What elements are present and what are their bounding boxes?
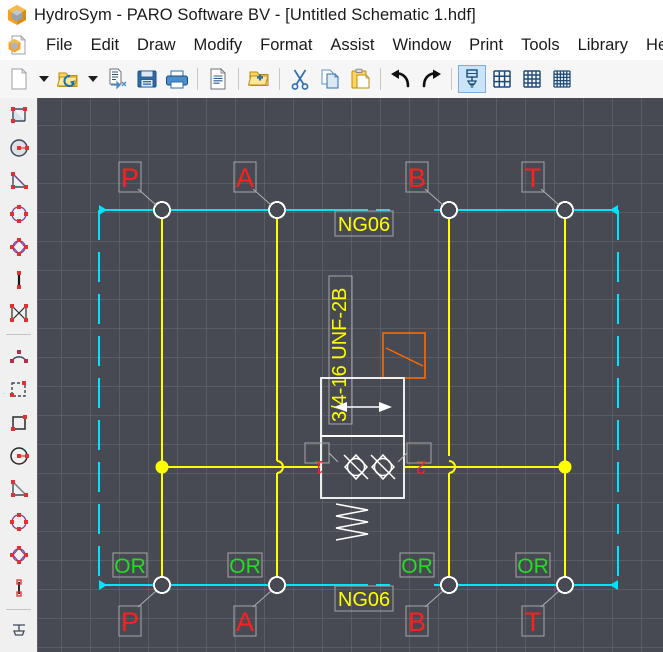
port-label-a-bottom: A <box>236 607 254 637</box>
or-label-t: OR <box>517 555 549 578</box>
menu-file[interactable]: File <box>37 36 82 55</box>
draw-rectangle-corner-icon[interactable] <box>0 98 37 131</box>
draw-bowtie-icon[interactable] <box>0 296 37 329</box>
toolbar-separator-2 <box>238 68 239 90</box>
draw-circle-radius-icon[interactable] <box>0 439 37 472</box>
grid-medium-icon[interactable] <box>518 65 546 93</box>
page-setup-icon[interactable] <box>204 65 232 93</box>
grid-coarse-icon[interactable] <box>488 65 516 93</box>
draw-polygon-node-icon[interactable] <box>0 230 37 263</box>
junction-dot-t <box>558 460 572 474</box>
add-page-icon[interactable] <box>245 65 273 93</box>
valve-port-2-label: 2 <box>416 457 426 477</box>
port-label-b-top: B <box>408 163 426 193</box>
open-dropdown-arrow-icon[interactable] <box>84 65 101 93</box>
menu-edit[interactable]: Edit <box>82 36 128 55</box>
draw-ellipse-node-icon[interactable] <box>0 197 37 230</box>
save-floppy-icon[interactable] <box>133 65 161 93</box>
draw-symbol-icon[interactable] <box>0 615 37 648</box>
junction-dot-p <box>155 460 169 474</box>
redo-arrow-icon[interactable] <box>417 65 445 93</box>
or-label-a: OR <box>229 555 261 578</box>
menu-draw[interactable]: Draw <box>128 36 185 55</box>
port-label-t-top: T <box>525 163 542 193</box>
draw-point-line-icon[interactable] <box>0 571 37 604</box>
main-toolbar <box>0 60 663 99</box>
sidebar-separator-2 <box>6 609 31 610</box>
port-label-p-top: P <box>121 163 139 193</box>
copy-icon[interactable] <box>316 65 344 93</box>
port-label-b-bottom: B <box>408 607 426 637</box>
or-label-b: OR <box>401 555 433 578</box>
menu-bar: File Edit Draw Modify Format Assist Wind… <box>0 30 663 60</box>
thread-label-text: 3/4-16 UNF-2B <box>329 288 351 423</box>
or-label-p: OR <box>114 555 146 578</box>
toolbar-separator-1 <box>197 68 198 90</box>
schematic-canvas[interactable]: P A B T P A B T OR OR OR OR NG06 NG06 3/… <box>38 98 663 652</box>
draw-ellipse-node2-icon[interactable] <box>0 505 37 538</box>
draw-triangle-icon[interactable] <box>0 472 37 505</box>
port-label-p-bottom: P <box>121 607 139 637</box>
menu-help[interactable]: Help <box>637 36 663 55</box>
toolbar-separator-4 <box>380 68 381 90</box>
window-title: HydroSym - PARO Software BV - [Untitled … <box>34 5 476 24</box>
valve-port-1-label: 1 <box>314 457 324 477</box>
title-bar: HydroSym - PARO Software BV - [Untitled … <box>0 0 663 30</box>
draw-arc-icon[interactable] <box>0 340 37 373</box>
port-label-t-bottom: T <box>525 607 542 637</box>
new-document-icon[interactable] <box>5 65 33 93</box>
draw-square-icon[interactable] <box>0 406 37 439</box>
undo-arrow-icon[interactable] <box>387 65 415 93</box>
select-dashed-rect-icon[interactable] <box>0 373 37 406</box>
open-folder-icon[interactable] <box>54 65 82 93</box>
thread-size-label: 3/4-16 UNF-2B <box>328 275 353 425</box>
port-label-a-top: A <box>236 163 254 193</box>
draw-polyline-icon[interactable] <box>0 164 37 197</box>
ng06-label-bottom: NG06 <box>338 589 390 611</box>
menu-library[interactable]: Library <box>569 36 637 55</box>
document-properties-icon[interactable] <box>103 65 131 93</box>
new-dropdown-arrow-icon[interactable] <box>35 65 52 93</box>
document-logo-icon <box>8 34 28 56</box>
menu-format[interactable]: Format <box>251 36 321 55</box>
paste-icon[interactable] <box>346 65 374 93</box>
cut-scissors-icon[interactable] <box>286 65 314 93</box>
hydrosym-cube-logo-icon <box>6 4 28 26</box>
sidebar-separator-1 <box>6 334 31 335</box>
symbol-insert-icon[interactable] <box>458 65 486 93</box>
ng06-label-top: NG06 <box>338 214 390 236</box>
drawing-tools-sidebar <box>0 98 38 652</box>
menu-print[interactable]: Print <box>460 36 512 55</box>
draw-line-vertical-icon[interactable] <box>0 263 37 296</box>
grid-fine-icon[interactable] <box>548 65 576 93</box>
menu-assist[interactable]: Assist <box>321 36 383 55</box>
draw-circle-icon[interactable] <box>0 131 37 164</box>
hydrosym-application-window: HydroSym - PARO Software BV - [Untitled … <box>0 0 663 652</box>
print-icon[interactable] <box>163 65 191 93</box>
toolbar-separator-3 <box>279 68 280 90</box>
draw-polygon-node2-icon[interactable] <box>0 538 37 571</box>
menu-tools[interactable]: Tools <box>512 36 569 55</box>
toolbar-separator-5 <box>451 68 452 90</box>
menu-modify[interactable]: Modify <box>185 36 252 55</box>
menu-window[interactable]: Window <box>383 36 460 55</box>
